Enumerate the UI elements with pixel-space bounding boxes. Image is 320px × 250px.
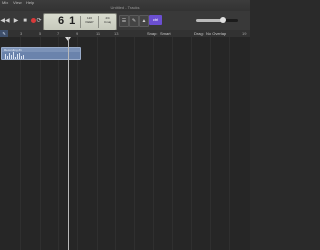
master-volume-slider[interactable] [196, 17, 238, 23]
grid-line [115, 37, 116, 250]
menu-item[interactable]: View [13, 0, 22, 5]
ruler-tick: 3 [20, 31, 23, 36]
record-icon [30, 18, 36, 23]
waveform-peak [23, 55, 24, 59]
waveform-peak [7, 56, 8, 59]
volume-knob[interactable] [220, 17, 227, 23]
key-signature: Cmaj [103, 20, 111, 24]
play-icon[interactable]: ▶ [12, 14, 20, 27]
waveform-peak [17, 54, 18, 59]
grid-line [153, 37, 154, 250]
playhead[interactable] [68, 37, 69, 250]
waveform-peak [15, 57, 16, 59]
grid-line [134, 37, 135, 250]
grid-line [40, 37, 41, 250]
drag-select[interactable]: No Overlap [206, 30, 226, 37]
ruler-tick: 11 [96, 31, 101, 36]
control-bar: ◀◀ ▶ ■ ⟳ 6 1 120 KEEP 4/4 Cmaj ☰ ✎ ▲ ctr… [0, 11, 250, 31]
pencil-icon[interactable]: ✎ [129, 15, 139, 27]
waveform-peak [21, 56, 22, 59]
grid-line [77, 37, 78, 250]
cycle-icon[interactable]: ⟳ [36, 14, 42, 27]
menu-item[interactable]: Mix [2, 0, 8, 5]
waveform-peak [13, 52, 14, 59]
snap-select[interactable]: Smart [160, 30, 171, 37]
grid-line [20, 37, 21, 250]
ruler-tick: 9 [76, 31, 79, 36]
position-display: 6 1 [58, 15, 77, 27]
menu-bar: Mix View Help [0, 0, 60, 6]
tempo-display: 120 KEEP [82, 16, 97, 24]
ruler-tick: 5 [39, 31, 42, 36]
snap-label: Snap: [147, 31, 158, 36]
rewind-icon[interactable]: ◀◀ [0, 14, 9, 27]
grid-line [97, 37, 98, 250]
ruler-tick: 19 [242, 31, 247, 36]
ruler-tick: 13 [114, 31, 119, 36]
metronome-icon[interactable]: ▲ [139, 15, 149, 27]
waveform-peak [19, 53, 20, 59]
list-editor-icon[interactable]: ☰ [119, 15, 129, 27]
grid-line [191, 37, 192, 250]
lcd-divider [98, 16, 99, 28]
tempo-label: KEEP [85, 20, 94, 24]
audio-region[interactable]: Recording #1 [1, 47, 81, 60]
waveform-peak [11, 55, 12, 59]
grid-line [58, 37, 59, 250]
grid-line [210, 37, 211, 250]
stop-icon[interactable]: ■ [21, 14, 29, 27]
grid-line [172, 37, 173, 250]
lcd-divider [80, 16, 81, 28]
menu-item[interactable]: Help [26, 0, 34, 5]
lcd-display[interactable]: 6 1 120 KEEP 4/4 Cmaj [43, 13, 117, 31]
track-header-icon[interactable]: ✎ [0, 30, 8, 37]
grid-line [229, 37, 230, 250]
volume-fill [196, 19, 224, 22]
count-in-button[interactable]: ctrl [149, 15, 162, 25]
ruler-tick: 7 [57, 31, 60, 36]
signature-display: 4/4 Cmaj [100, 16, 115, 24]
waveform-peak [5, 54, 6, 59]
tracks-area[interactable]: Recording #1 [0, 37, 250, 250]
waveform-peak [9, 53, 10, 59]
drag-label: Drag: [194, 31, 204, 36]
